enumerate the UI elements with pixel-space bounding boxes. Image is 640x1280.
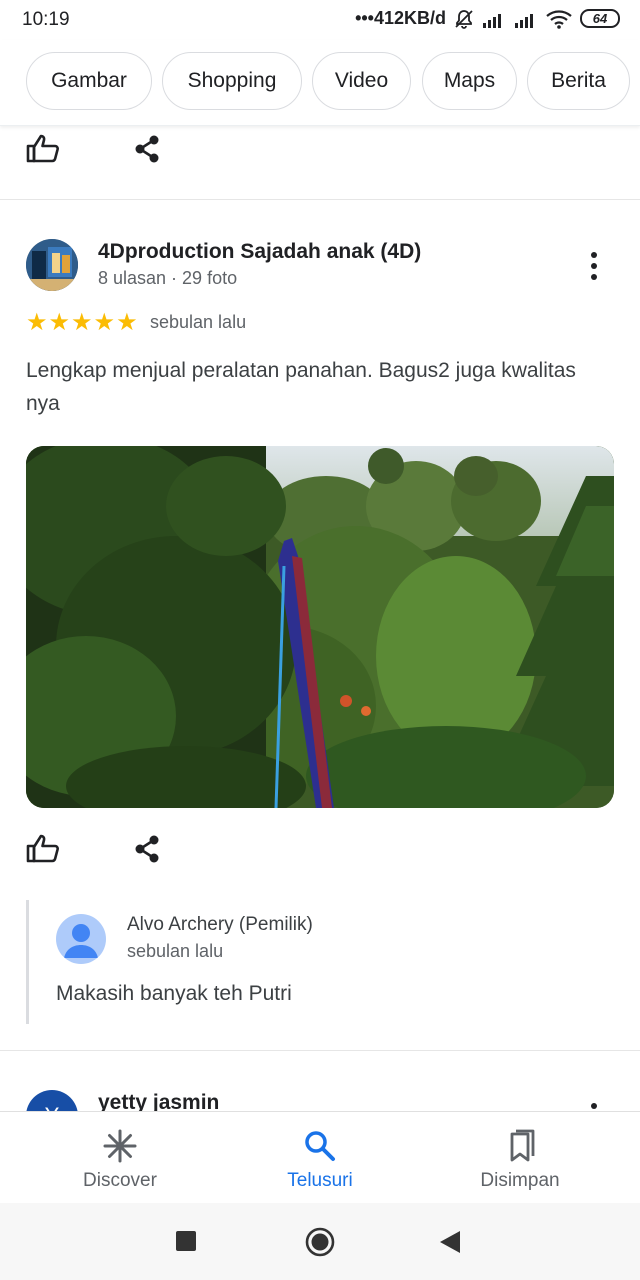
network-speed: •••412KB/d bbox=[355, 8, 446, 28]
more-options-icon[interactable] bbox=[584, 252, 606, 282]
chip-gambar[interactable]: Gambar bbox=[26, 52, 152, 110]
chip-shopping[interactable]: Shopping bbox=[162, 52, 302, 110]
reply-indent-bar bbox=[26, 900, 29, 1024]
filter-chip-bar: Gambar Shopping Video Maps Berita bbox=[0, 40, 640, 126]
wifi-icon bbox=[546, 9, 572, 29]
nav-label-telusuri: Telusuri bbox=[287, 1170, 353, 1191]
forest-photo bbox=[26, 446, 614, 808]
more-options-icon[interactable] bbox=[591, 1103, 597, 1109]
nav-label-discover: Discover bbox=[83, 1170, 157, 1191]
star-icon: ★ bbox=[48, 309, 71, 336]
search-icon bbox=[305, 1131, 335, 1161]
person-icon bbox=[64, 924, 98, 958]
avatar-image bbox=[26, 239, 78, 291]
like-icon[interactable] bbox=[26, 133, 60, 163]
chip-berita[interactable]: Berita bbox=[527, 52, 630, 110]
share-icon[interactable] bbox=[133, 834, 161, 864]
chip-maps[interactable]: Maps bbox=[422, 52, 517, 110]
review-text: Lengkap menjual peralatan panahan. Bagus… bbox=[26, 359, 576, 415]
like-icon[interactable] bbox=[26, 833, 60, 863]
owner-reply-text: Makasih banyak teh Putri bbox=[56, 982, 292, 1005]
status-time: 10:19 bbox=[22, 9, 70, 30]
nav-label-disimpan: Disimpan bbox=[480, 1170, 560, 1191]
review-divider bbox=[0, 199, 640, 200]
star-icon: ★ bbox=[26, 309, 48, 336]
review-divider bbox=[0, 1050, 640, 1051]
owner-reply-time: sebulan lalu bbox=[127, 941, 224, 961]
owner-avatar bbox=[56, 914, 106, 964]
star-icon: ★ bbox=[71, 309, 93, 336]
star-icon: ★ bbox=[116, 309, 138, 336]
star-rating: ★ ★ ★ ★ ★ bbox=[26, 311, 138, 335]
recent-apps-icon[interactable] bbox=[176, 1231, 196, 1251]
reviewer-name[interactable]: 4Dproduction Sajadah anak (4D) bbox=[98, 240, 421, 264]
status-bar: 10:19 •••412KB/d 64 bbox=[0, 0, 640, 40]
review-photo[interactable] bbox=[26, 446, 614, 808]
nav-disimpan[interactable]: Disimpan bbox=[420, 1112, 620, 1204]
system-navigation-bar bbox=[0, 1203, 640, 1280]
signal-icon bbox=[483, 13, 501, 28]
status-icons: •••412KB/d 64 bbox=[355, 8, 620, 29]
signal-icon-2 bbox=[515, 13, 533, 28]
home-icon[interactable] bbox=[305, 1227, 335, 1257]
battery-icon: 64 bbox=[580, 9, 620, 28]
back-icon[interactable] bbox=[440, 1231, 460, 1253]
bottom-navigation: Discover Telusuri Disimpan bbox=[0, 1111, 640, 1203]
asterisk-icon bbox=[103, 1129, 137, 1163]
reviewer-avatar[interactable] bbox=[26, 239, 78, 291]
bookmarks-icon bbox=[510, 1129, 535, 1162]
share-icon[interactable] bbox=[133, 134, 161, 164]
owner-name: Alvo Archery (Pemilik) bbox=[127, 914, 313, 935]
review-time: sebulan lalu bbox=[150, 312, 247, 332]
reviewer-meta: 8 ulasan · 29 foto bbox=[98, 268, 238, 288]
chip-video[interactable]: Video bbox=[312, 52, 411, 110]
mute-bell-icon bbox=[455, 9, 473, 29]
star-icon: ★ bbox=[93, 309, 116, 336]
nav-discover[interactable]: Discover bbox=[20, 1112, 220, 1204]
nav-telusuri[interactable]: Telusuri bbox=[220, 1112, 420, 1204]
